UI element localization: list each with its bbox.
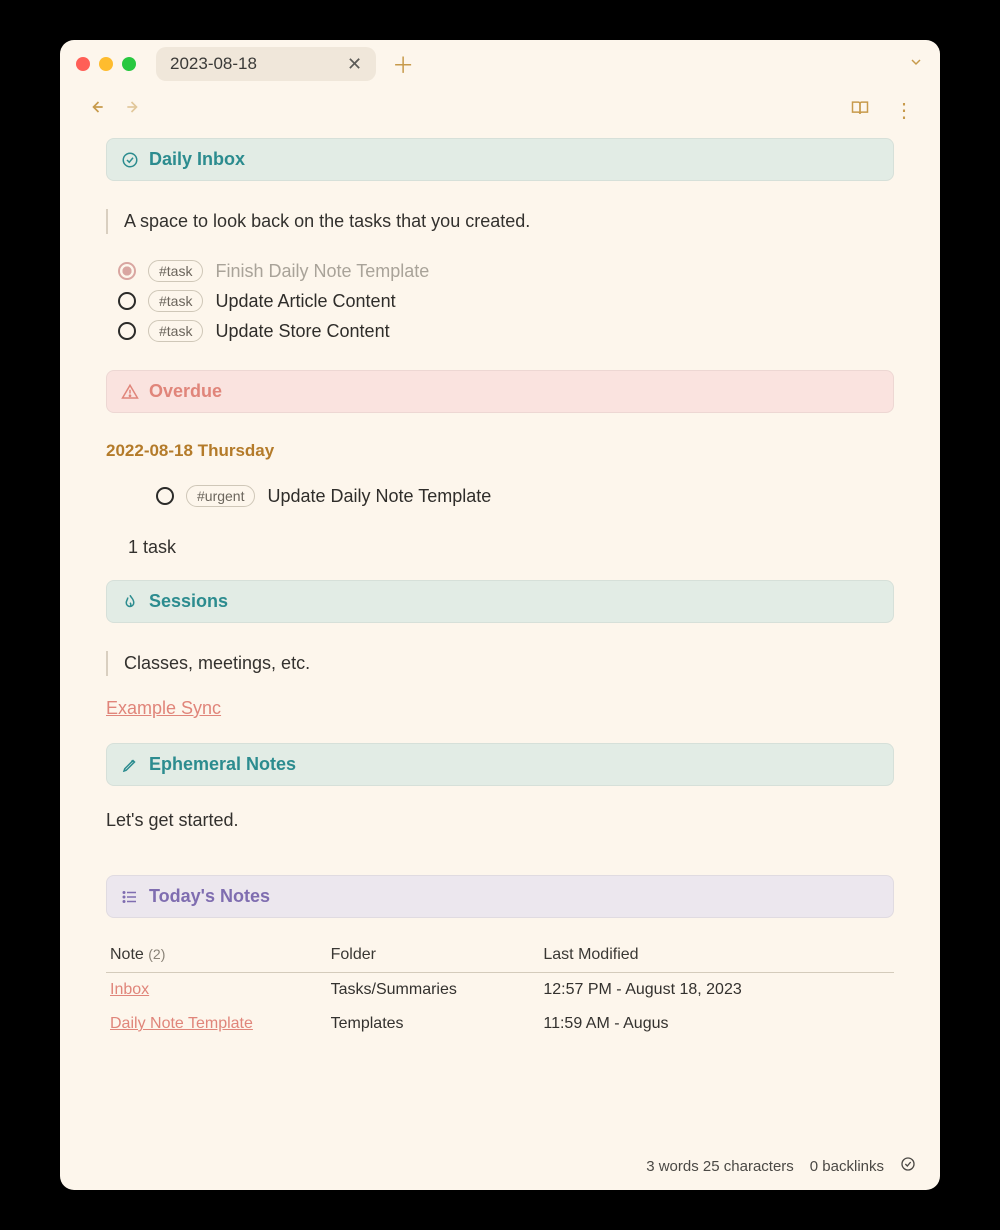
forward-button[interactable] [124,97,144,123]
sessions-quote: Classes, meetings, etc. [106,651,894,676]
overdue-date-heading: 2022-08-18 Thursday [106,441,894,461]
new-tab-button[interactable]: ＋ [392,48,414,80]
task-text: Finish Daily Note Template [215,261,429,282]
toolbar: ⋮ [60,88,940,132]
callout-overdue[interactable]: Overdue [106,370,894,413]
callout-sessions[interactable]: Sessions [106,580,894,623]
app-window: 2023-08-18 ✕ ＋ ⋮ Daily Inbox A space to … [60,40,940,1190]
note-link[interactable]: Daily Note Template [110,1015,253,1032]
col-folder[interactable]: Folder [327,938,540,973]
reading-mode-icon[interactable] [850,98,870,123]
checkbox-icon[interactable] [156,487,174,505]
modified-cell: 12:57 PM - August 18, 2023 [539,973,894,1008]
maximize-window-button[interactable] [122,57,136,71]
folder-cell: Tasks/Summaries [327,973,540,1008]
sync-status-icon[interactable] [900,1156,916,1176]
status-bar: 3 words 25 characters 0 backlinks [640,1152,922,1180]
chevron-down-icon[interactable] [908,54,924,75]
back-button[interactable] [86,97,106,123]
callout-title: Daily Inbox [149,149,245,170]
list-icon [121,888,139,906]
pencil-icon [121,756,139,774]
check-circle-icon [121,151,139,169]
task-item[interactable]: #task Update Article Content [118,286,894,316]
note-body: Daily Inbox A space to look back on the … [60,132,940,1190]
close-tab-icon[interactable]: ✕ [347,54,362,75]
callout-ephemeral[interactable]: Ephemeral Notes [106,743,894,786]
inbox-task-list: #task Finish Daily Note Template #task U… [106,256,894,346]
task-text: Update Store Content [215,321,389,342]
tab-active[interactable]: 2023-08-18 ✕ [156,47,376,81]
word-count[interactable]: 3 words 25 characters [646,1158,794,1175]
tab-title: 2023-08-18 [170,54,257,74]
overdue-task-list: #urgent Update Daily Note Template [106,481,894,511]
inbox-quote: A space to look back on the tasks that y… [106,209,894,234]
checkbox-icon[interactable] [118,292,136,310]
callout-daily-inbox[interactable]: Daily Inbox [106,138,894,181]
backlinks-count[interactable]: 0 backlinks [810,1158,884,1175]
minimize-window-button[interactable] [99,57,113,71]
table-row[interactable]: Inbox Tasks/Summaries 12:57 PM - August … [106,973,894,1008]
col-modified[interactable]: Last Modified [539,938,894,973]
flame-icon [121,593,139,611]
task-tag[interactable]: #task [148,260,203,282]
task-tag[interactable]: #urgent [186,485,255,507]
checkbox-icon[interactable] [118,262,136,280]
folder-cell: Templates [327,1007,540,1041]
callout-todays-notes[interactable]: Today's Notes [106,875,894,918]
callout-title: Sessions [149,591,228,612]
window-controls [76,57,136,71]
task-item[interactable]: #task Update Store Content [118,316,894,346]
note-link[interactable]: Inbox [110,981,149,998]
example-sync-link[interactable]: Example Sync [106,698,221,718]
task-text: Update Daily Note Template [267,486,491,507]
callout-title: Today's Notes [149,886,270,907]
task-item[interactable]: #urgent Update Daily Note Template [156,481,894,511]
task-tag[interactable]: #task [148,320,203,342]
overdue-summary: 1 task [128,537,894,558]
modified-cell: 11:59 AM - Augus [539,1007,894,1041]
task-tag[interactable]: #task [148,290,203,312]
callout-title: Overdue [149,381,222,402]
titlebar: 2023-08-18 ✕ ＋ [60,40,940,88]
table-row[interactable]: Daily Note Template Templates 11:59 AM -… [106,1007,894,1041]
close-window-button[interactable] [76,57,90,71]
more-menu-icon[interactable]: ⋮ [894,98,914,123]
task-text: Update Article Content [215,291,395,312]
ephemeral-text: Let's get started. [106,810,894,831]
warning-icon [121,383,139,401]
todays-notes-table: Note (2) Folder Last Modified Inbox Task… [106,938,894,1041]
col-note[interactable]: Note (2) [106,938,327,973]
task-item[interactable]: #task Finish Daily Note Template [118,256,894,286]
callout-title: Ephemeral Notes [149,754,296,775]
checkbox-icon[interactable] [118,322,136,340]
